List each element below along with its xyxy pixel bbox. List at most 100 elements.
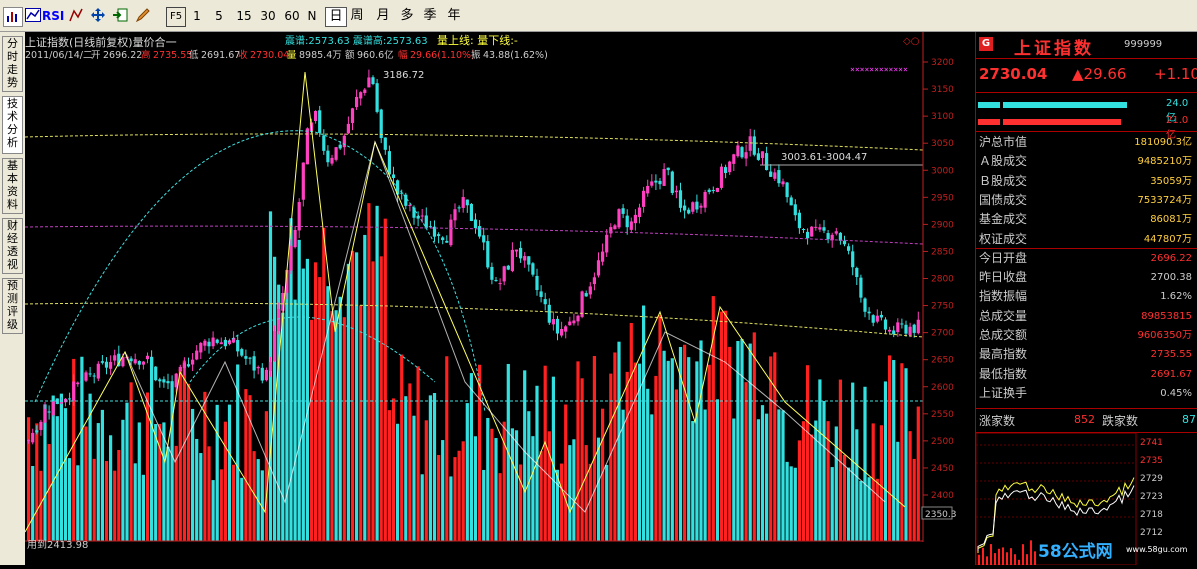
volume-bar: [338, 296, 342, 541]
candle-body: [359, 92, 363, 99]
period-5min[interactable]: 5: [212, 7, 226, 25]
period-year[interactable]: 年: [445, 7, 463, 25]
candle-body: [728, 161, 732, 173]
buy-bar-b: [1003, 102, 1127, 108]
candle-body: [555, 318, 560, 334]
tab-forecast-rating[interactable]: 预测评级: [2, 278, 23, 334]
candle-body: [244, 356, 248, 359]
candle-body: [744, 152, 748, 159]
candle-body: [637, 207, 642, 218]
period-30min[interactable]: 30: [257, 7, 279, 25]
kline-chart-area[interactable]: 3200 3150 3100 3050 3000 2950 2900 2850 2800 2750…: [24, 32, 975, 565]
candle-body: [711, 190, 715, 192]
candle-body: [875, 315, 879, 322]
candle-body: [748, 136, 752, 151]
index-name: 上证指数: [1014, 39, 1094, 59]
candle-body: [760, 151, 765, 158]
mini-axis-label: 2741: [1140, 438, 1163, 448]
move-icon[interactable]: [89, 7, 107, 25]
hdr-high-label: 高: [141, 49, 151, 61]
volume-bar: [527, 411, 531, 541]
volume-bar: [363, 234, 367, 541]
volume-bar: [871, 423, 875, 541]
candle-body: [863, 298, 867, 312]
pen-draw-icon[interactable]: [134, 7, 152, 25]
volume-bar: [186, 383, 191, 541]
volume-bar: [469, 373, 473, 541]
chart-title: 上证指数(日线前复权)量价合一: [25, 35, 177, 49]
rise-count: 852: [1074, 413, 1095, 426]
volume-bar: [63, 408, 68, 541]
mini-volume-bar: [1010, 548, 1012, 565]
period-day[interactable]: 日: [325, 7, 347, 27]
volume-bar: [84, 426, 88, 541]
mini-axis-label: 2723: [1140, 492, 1163, 502]
volume-bar: [752, 332, 756, 541]
period-quarter[interactable]: 季: [421, 7, 439, 25]
f5-button[interactable]: F5: [166, 7, 186, 27]
candle-body: [182, 362, 186, 369]
candle-body: [551, 319, 555, 325]
candle-body: [490, 266, 494, 280]
candle-body: [72, 381, 76, 401]
kline-chart-svg[interactable]: 3200 3150 3100 3050 3000 2950 2900 2850 2800 2750…: [24, 32, 975, 565]
rsi-button[interactable]: RSI: [42, 7, 64, 25]
candle-body: [596, 260, 601, 276]
tab-technical[interactable]: 技术分析: [2, 96, 23, 154]
volume-bar: [777, 409, 781, 541]
hdr-amt: 960.6亿: [357, 49, 394, 61]
candle-body: [92, 375, 96, 377]
volume-bar: [137, 422, 141, 541]
period-1min[interactable]: 1: [190, 7, 204, 25]
candle-body: [871, 315, 875, 323]
y-tick-label: 2850: [931, 247, 954, 257]
hdr-chg-label: 幅: [398, 49, 408, 61]
volume-bar: [166, 446, 170, 541]
volume-bar: [297, 239, 301, 542]
candle-body: [88, 373, 92, 375]
period-week[interactable]: 周: [348, 7, 366, 25]
period-60min[interactable]: 60: [281, 7, 303, 25]
candle-body: [888, 329, 892, 332]
volume-bar: [596, 437, 601, 541]
mini-volume-bar: [1018, 559, 1020, 565]
sell-bar-b: [1003, 119, 1121, 125]
candle-body: [363, 89, 367, 93]
tab-fundamentals[interactable]: 基本资料: [2, 158, 23, 214]
quote-row-value: 181090.3亿: [1134, 137, 1192, 148]
candle-body: [207, 341, 211, 347]
candle-body: [592, 277, 596, 285]
volume-bar: [605, 464, 609, 541]
tab-finance-view[interactable]: 财经透视: [2, 218, 23, 274]
tab-intraday[interactable]: 分时走势: [2, 36, 23, 92]
volume-bar: [514, 430, 519, 541]
indicator-icon[interactable]: [68, 7, 86, 25]
line-chart-icon[interactable]: [24, 7, 42, 25]
volume-bar: [683, 344, 687, 541]
candle-body: [379, 109, 383, 139]
candle-body: [765, 153, 769, 171]
period-multi[interactable]: 多: [398, 7, 416, 25]
hdr-open: 2696.22: [103, 50, 142, 61]
export-icon[interactable]: [111, 7, 129, 25]
candle-body: [129, 358, 133, 362]
candle-body: [301, 162, 305, 200]
period-n[interactable]: N: [305, 7, 319, 25]
volume-bar: [699, 340, 703, 541]
bar-chart-icon[interactable]: [3, 7, 23, 27]
candle-body: [539, 291, 543, 297]
quote-row-label: 指数振幅: [979, 289, 1028, 304]
candle-body: [629, 221, 633, 230]
volume-bar: [285, 291, 289, 541]
volume-bar: [572, 439, 576, 541]
candle-body: [707, 189, 711, 193]
quote-row-label: Ｂ股成交: [979, 173, 1028, 188]
quote-row-value: 89853815: [1141, 310, 1192, 322]
period-month[interactable]: 月: [374, 7, 392, 25]
volume-bar: [473, 436, 478, 541]
period-15min[interactable]: 15: [233, 7, 255, 25]
volume-bar: [510, 428, 514, 541]
volume-bar: [223, 421, 227, 541]
volume-bar: [543, 365, 547, 541]
candle-body: [621, 208, 625, 214]
